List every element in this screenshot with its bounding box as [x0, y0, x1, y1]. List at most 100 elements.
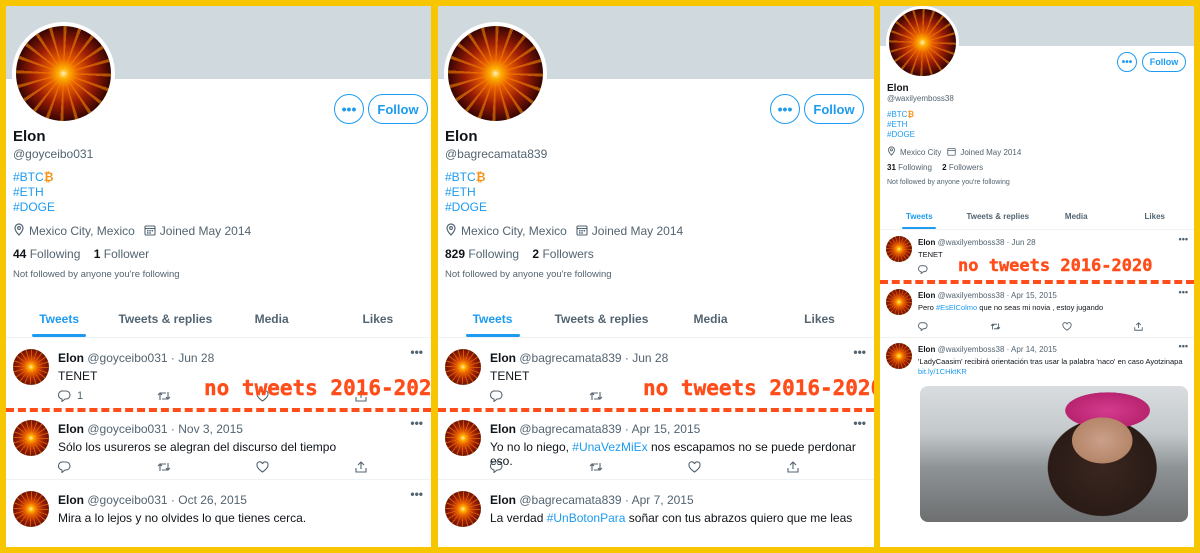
tab-likes[interactable]: Likes: [765, 302, 874, 337]
share-button[interactable]: [1134, 322, 1194, 331]
tweet-more-icon[interactable]: •••: [410, 345, 423, 359]
reply-button[interactable]: [918, 322, 990, 331]
tab-tweets[interactable]: Tweets: [880, 204, 959, 229]
tab-tweets-replies[interactable]: Tweets & replies: [959, 204, 1038, 229]
tweet-photo[interactable]: [920, 386, 1188, 522]
profile-avatar[interactable]: [12, 22, 115, 125]
followers-link[interactable]: 1 Follower: [94, 247, 149, 261]
following-label: Following: [898, 163, 932, 172]
tweet-author-name[interactable]: Elon: [490, 493, 516, 507]
retweet-button[interactable]: [589, 461, 688, 473]
like-button[interactable]: [688, 461, 787, 473]
bio-hashtag-btc[interactable]: #BTC₿: [13, 170, 53, 184]
tweet-avatar[interactable]: [13, 491, 49, 527]
tweet-more-icon[interactable]: •••: [1179, 234, 1188, 244]
tweet-avatar[interactable]: [445, 349, 481, 385]
tweet-item[interactable]: Elon @bagrecamata839 · Apr 7, 2015 La ve…: [438, 481, 874, 547]
tweet-hashtag[interactable]: #UnaVezMiEx: [572, 440, 647, 454]
tweet-author-name[interactable]: Elon: [490, 351, 516, 365]
tab-tweets-replies[interactable]: Tweets & replies: [112, 302, 218, 337]
profile-avatar[interactable]: [444, 22, 547, 125]
profile-tabs: Tweets Tweets & replies Media Likes: [880, 204, 1194, 230]
tweet-item[interactable]: Elon @waxilyemboss38 · Apr 15, 2015 ••• …: [880, 284, 1194, 338]
annotation-dashed-line: [438, 408, 874, 412]
tab-likes[interactable]: Likes: [325, 302, 431, 337]
reply-button[interactable]: [490, 461, 589, 473]
follow-button[interactable]: Follow: [804, 94, 864, 124]
followers-count: 1: [93, 247, 101, 261]
tweet-hashtag[interactable]: #EsElColmo: [936, 303, 977, 312]
like-button[interactable]: [256, 461, 355, 473]
more-options-button[interactable]: •••: [334, 94, 364, 124]
profile-avatar[interactable]: [886, 6, 959, 79]
more-options-button[interactable]: •••: [1117, 52, 1137, 72]
tweet-author-name[interactable]: Elon: [58, 422, 84, 436]
tweet-author-name[interactable]: Elon: [918, 291, 935, 300]
tweet-avatar[interactable]: [886, 343, 912, 369]
tweet-author-name[interactable]: Elon: [918, 345, 935, 354]
tab-likes[interactable]: Likes: [1116, 204, 1195, 229]
profile-joined: Joined May 2014: [591, 224, 684, 238]
following-link[interactable]: 44 Following: [13, 247, 80, 261]
bio-hashtag-doge[interactable]: #DOGE: [887, 130, 915, 139]
following-label: Following: [29, 247, 81, 261]
tab-media[interactable]: Media: [219, 302, 325, 337]
like-button[interactable]: [1062, 322, 1134, 331]
tweet-author-name[interactable]: Elon: [918, 238, 935, 247]
tweet-more-icon[interactable]: •••: [853, 345, 866, 359]
bio-hashtag-eth[interactable]: #ETH: [13, 185, 44, 199]
heart-icon: [688, 461, 701, 473]
reply-button[interactable]: 1: [58, 390, 157, 402]
tab-media[interactable]: Media: [656, 302, 765, 337]
bio-hashtag-eth[interactable]: #ETH: [887, 120, 907, 129]
hashtag-text[interactable]: #BTC: [887, 110, 907, 119]
tab-tweets[interactable]: Tweets: [6, 302, 112, 337]
tweet-hashtag[interactable]: #UnBotonPara: [547, 511, 626, 525]
tweet-avatar[interactable]: [886, 236, 912, 262]
tweet-more-icon[interactable]: •••: [410, 487, 423, 501]
tweet-avatar[interactable]: [445, 491, 481, 527]
bio-hashtag-btc[interactable]: #BTC₿: [445, 170, 485, 184]
share-button[interactable]: [787, 461, 874, 473]
following-link[interactable]: 829 Following: [445, 247, 519, 261]
followers-link[interactable]: 2 Followers: [532, 247, 593, 261]
more-options-button[interactable]: •••: [770, 94, 800, 124]
tweet-avatar[interactable]: [445, 420, 481, 456]
tweet-avatar[interactable]: [13, 349, 49, 385]
bio-hashtag-eth[interactable]: #ETH: [445, 185, 476, 199]
tab-media[interactable]: Media: [1037, 204, 1116, 229]
tweet-avatar[interactable]: [886, 289, 912, 315]
tweet-more-icon[interactable]: •••: [1179, 287, 1188, 297]
retweet-button[interactable]: [157, 461, 256, 473]
followers-link[interactable]: 2 Followers: [942, 163, 983, 172]
hashtag-text[interactable]: #BTC: [445, 170, 476, 184]
follow-button[interactable]: Follow: [1142, 52, 1186, 72]
follow-button[interactable]: Follow: [368, 94, 428, 124]
tweet-item[interactable]: Elon @waxilyemboss38 · Apr 14, 2015 ••• …: [880, 338, 1194, 547]
profile-location: Mexico City, Mexico: [29, 224, 135, 238]
tab-tweets[interactable]: Tweets: [438, 302, 547, 337]
tweet-item[interactable]: Elon @goyceibo031 · Nov 3, 2015 ••• Sólo…: [6, 410, 431, 480]
bio-hashtag-btc[interactable]: #BTC₿: [887, 110, 914, 119]
tweet-avatar[interactable]: [13, 420, 49, 456]
calendar-icon: [144, 224, 156, 239]
reply-button[interactable]: [58, 461, 157, 473]
tweet-more-icon[interactable]: •••: [1179, 341, 1188, 351]
bio-hashtag-doge[interactable]: #DOGE: [13, 200, 55, 214]
tweet-meta: @waxilyemboss38 · Apr 14, 2015: [937, 345, 1057, 354]
tweet-link[interactable]: bit.ly/1CHktKR: [918, 367, 967, 376]
bio-hashtag-doge[interactable]: #DOGE: [445, 200, 487, 214]
tweet-item[interactable]: Elon @goyceibo031 · Oct 26, 2015 ••• Mir…: [6, 481, 431, 547]
tab-tweets-replies[interactable]: Tweets & replies: [547, 302, 656, 337]
tweet-more-icon[interactable]: •••: [410, 416, 423, 430]
tweet-item[interactable]: Elon @bagrecamata839 · Apr 15, 2015 ••• …: [438, 410, 874, 480]
following-link[interactable]: 31 Following: [887, 163, 932, 172]
tweet-author-name[interactable]: Elon: [58, 351, 84, 365]
tweet-author-name[interactable]: Elon: [490, 422, 516, 436]
tweet-author-name[interactable]: Elon: [58, 493, 84, 507]
share-button[interactable]: [355, 461, 431, 473]
retweet-button[interactable]: [990, 322, 1062, 331]
reply-button[interactable]: [490, 390, 589, 402]
hashtag-text[interactable]: #BTC: [13, 170, 44, 184]
tweet-more-icon[interactable]: •••: [853, 416, 866, 430]
